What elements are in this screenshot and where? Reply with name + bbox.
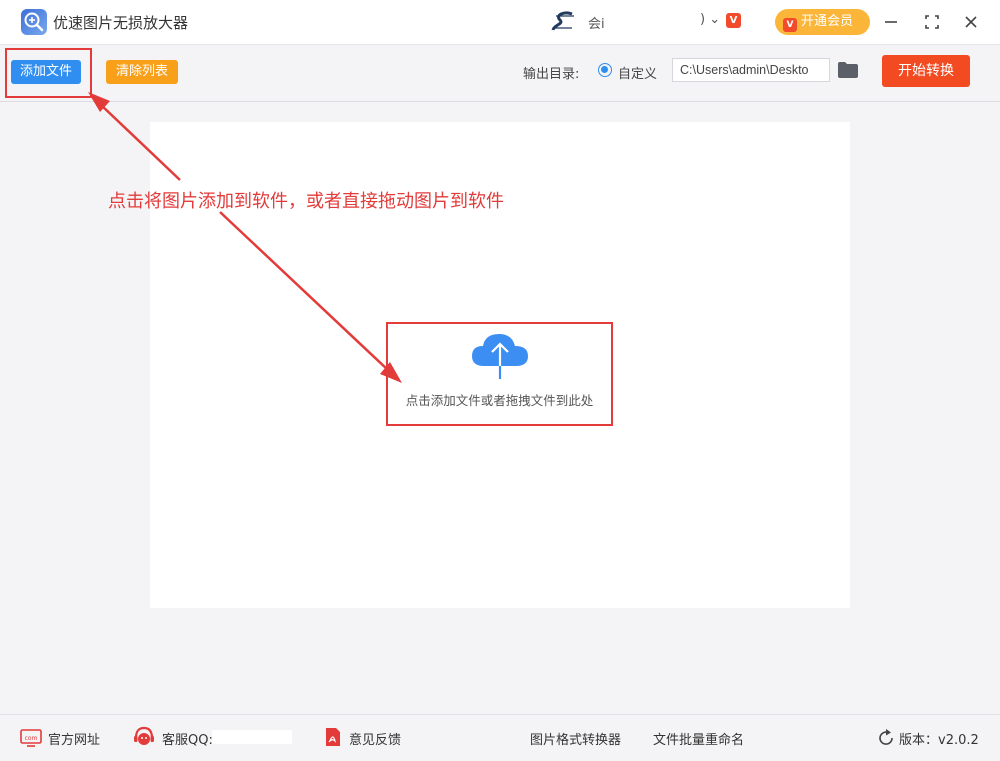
vip-badge-icon: V bbox=[726, 13, 741, 28]
toolbar: 添加文件 清除列表 输出目录: 自定义 C:\Users\admin\Deskt… bbox=[0, 45, 1000, 102]
support-qq-link[interactable]: 客服QQ: bbox=[162, 729, 213, 748]
support-qq-redacted bbox=[212, 730, 292, 744]
clear-list-button[interactable]: 清除列表 bbox=[106, 60, 178, 84]
batch-rename-link[interactable]: 文件批量重命名 bbox=[653, 729, 744, 748]
support-headset-icon[interactable] bbox=[132, 725, 156, 749]
feedback-icon[interactable] bbox=[324, 727, 342, 747]
title-bar: 优速图片无损放大器 会i ) ⌄ V V 开通会员 bbox=[0, 0, 1000, 45]
user-name[interactable]: 会i bbox=[588, 13, 605, 32]
version-label: 版本：v2.0.2 bbox=[899, 733, 979, 748]
output-path-input[interactable]: C:\Users\admin\Deskto bbox=[672, 58, 830, 82]
maximize-icon[interactable] bbox=[918, 8, 946, 36]
user-menu-chevron-icon[interactable]: ) ⌄ bbox=[700, 12, 720, 27]
open-vip-label: 开通会员 bbox=[801, 14, 854, 29]
app-title: 优速图片无损放大器 bbox=[53, 14, 189, 32]
add-file-highlight bbox=[5, 48, 92, 98]
format-converter-link[interactable]: 图片格式转换器 bbox=[530, 729, 621, 748]
user-avatar-icon bbox=[551, 11, 574, 31]
cloud-upload-icon[interactable] bbox=[470, 328, 530, 380]
footer: com 官方网址 客服QQ: 意见反馈 图片格式转换器 文件批量重命名 版本：v… bbox=[0, 714, 1000, 761]
annotation-hint: 点击将图片添加到软件，或者直接拖动图片到软件 bbox=[108, 191, 504, 212]
close-icon[interactable] bbox=[957, 8, 985, 36]
svg-text:com: com bbox=[25, 735, 38, 742]
official-site-link[interactable]: 官方网址 bbox=[48, 729, 100, 748]
start-convert-button[interactable]: 开始转换 bbox=[882, 55, 970, 87]
vip-crown-icon: V bbox=[783, 18, 797, 32]
output-dir-label: 输出目录: bbox=[523, 67, 580, 82]
update-refresh-icon[interactable] bbox=[877, 729, 895, 747]
custom-dir-radio-label[interactable]: 自定义 bbox=[618, 63, 657, 82]
feedback-link[interactable]: 意见反馈 bbox=[349, 729, 401, 748]
drop-zone-label[interactable]: 点击添加文件或者拖拽文件到此处 bbox=[386, 390, 613, 409]
folder-icon[interactable] bbox=[838, 62, 858, 78]
website-icon[interactable]: com bbox=[20, 729, 42, 747]
app-logo-icon bbox=[21, 9, 47, 35]
minimize-icon[interactable] bbox=[877, 8, 905, 36]
open-vip-button[interactable]: V 开通会员 bbox=[775, 9, 870, 35]
custom-dir-radio[interactable] bbox=[598, 63, 612, 77]
